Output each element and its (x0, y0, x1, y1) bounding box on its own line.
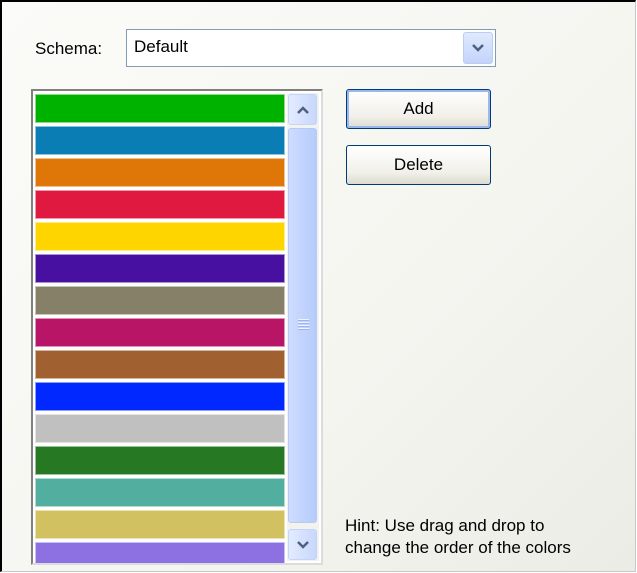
color-swatch[interactable] (35, 446, 285, 475)
add-button[interactable]: Add (346, 89, 491, 129)
color-swatch[interactable] (35, 478, 285, 507)
color-swatch[interactable] (35, 190, 285, 219)
hint-line-1: Hint: Use drag and drop to (345, 516, 545, 535)
color-swatch[interactable] (35, 318, 285, 347)
color-swatch[interactable] (35, 542, 285, 563)
vertical-scrollbar[interactable] (287, 93, 319, 561)
hint-text: Hint: Use drag and drop to change the or… (345, 515, 637, 559)
color-swatch-container (35, 94, 285, 563)
dropdown-arrow-button[interactable] (463, 32, 493, 64)
schema-selected-value: Default (134, 37, 188, 56)
color-swatch[interactable] (35, 286, 285, 315)
color-swatch[interactable] (35, 94, 285, 123)
delete-button[interactable]: Delete (346, 145, 491, 185)
color-swatch[interactable] (35, 126, 285, 155)
scroll-up-button[interactable] (288, 94, 317, 125)
chevron-down-icon (472, 44, 484, 52)
chevron-up-icon (296, 105, 309, 114)
color-schema-panel: Schema: Default Add Delete Hint: Use dra… (0, 0, 636, 572)
color-list[interactable] (31, 89, 323, 565)
color-swatch[interactable] (35, 254, 285, 283)
color-swatch[interactable] (35, 222, 285, 251)
scrollbar-thumb[interactable] (288, 128, 317, 523)
schema-dropdown[interactable]: Default (126, 29, 496, 67)
hint-line-2: change the order of the colors (345, 538, 571, 557)
color-swatch[interactable] (35, 350, 285, 379)
color-swatch[interactable] (35, 414, 285, 443)
color-swatch[interactable] (35, 510, 285, 539)
color-swatch[interactable] (35, 382, 285, 411)
chevron-down-icon (296, 540, 309, 549)
color-swatch[interactable] (35, 158, 285, 187)
schema-label: Schema: (35, 39, 103, 58)
scroll-down-button[interactable] (288, 529, 317, 560)
grip-icon (298, 319, 309, 331)
